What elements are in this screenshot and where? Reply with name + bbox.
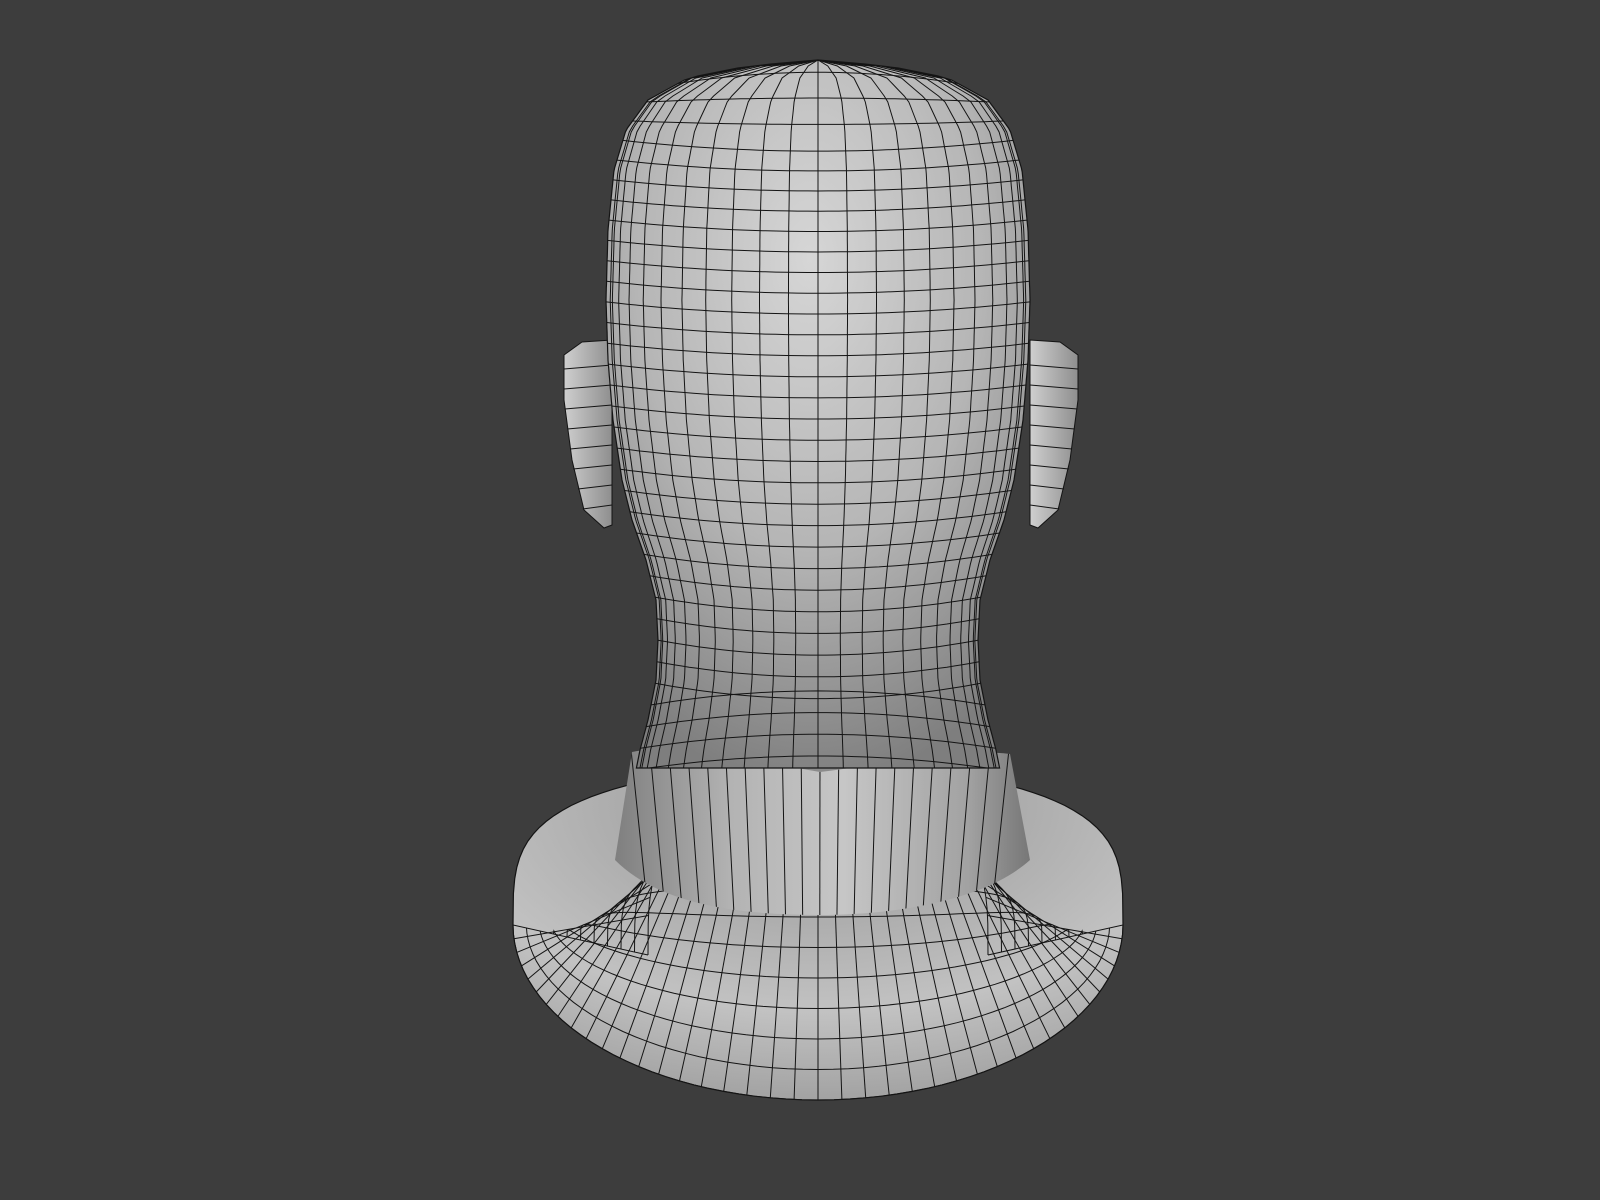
left-ear-mesh[interactable] bbox=[563, 339, 613, 529]
right-ear-mesh[interactable] bbox=[1029, 339, 1079, 529]
3d-viewport[interactable] bbox=[0, 0, 1600, 1200]
viewport-canvas[interactable] bbox=[0, 0, 1600, 1200]
neck-surface[interactable] bbox=[615, 749, 1030, 915]
head-mesh[interactable] bbox=[605, 48, 1031, 780]
